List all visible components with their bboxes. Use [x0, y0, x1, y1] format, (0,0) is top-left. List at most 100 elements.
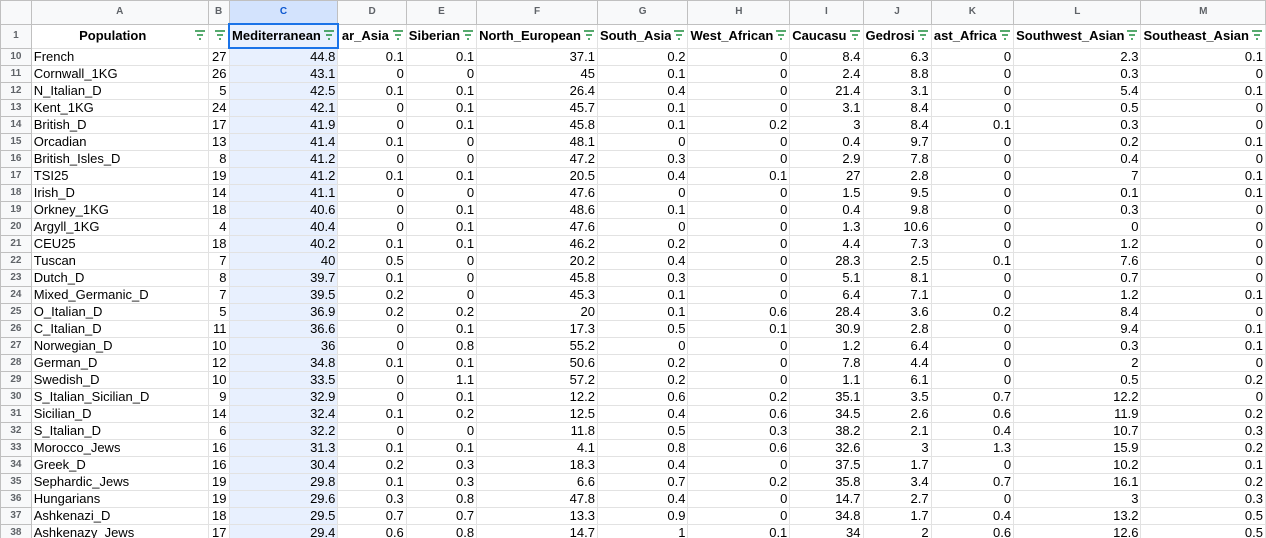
- value-cell[interactable]: 0: [930, 269, 1015, 287]
- value-cell[interactable]: 32.6: [789, 439, 864, 457]
- value-cell[interactable]: 12.6: [1013, 524, 1142, 538]
- value-cell[interactable]: 45.8: [476, 269, 598, 287]
- column-header-d[interactable]: D: [337, 0, 407, 25]
- value-cell[interactable]: 0.3: [596, 269, 689, 287]
- value-cell[interactable]: 8.8: [862, 65, 932, 83]
- value-cell[interactable]: 0: [1140, 269, 1266, 287]
- value-cell[interactable]: 47.6: [476, 184, 598, 202]
- value-cell[interactable]: 0.1: [405, 201, 478, 219]
- value-cell[interactable]: 1.3: [930, 439, 1015, 457]
- filter-icon[interactable]: [775, 29, 787, 41]
- value-cell[interactable]: 27: [789, 167, 864, 185]
- value-cell[interactable]: 10: [207, 337, 230, 355]
- value-cell[interactable]: 20: [476, 303, 598, 321]
- column-header-a[interactable]: A: [30, 0, 209, 25]
- value-cell[interactable]: 0: [930, 337, 1015, 355]
- value-cell[interactable]: 0: [1140, 99, 1266, 117]
- value-cell[interactable]: 0.4: [596, 405, 689, 423]
- value-cell[interactable]: 0.4: [596, 167, 689, 185]
- value-cell[interactable]: 0: [1140, 388, 1266, 406]
- value-cell[interactable]: 0.1: [337, 133, 407, 151]
- population-cell[interactable]: Argyll_1KG: [30, 218, 209, 236]
- filter-icon[interactable]: [999, 29, 1011, 41]
- row-number[interactable]: 21: [0, 235, 32, 253]
- value-cell[interactable]: 0.1: [1140, 82, 1266, 100]
- value-cell[interactable]: 0.3: [1013, 201, 1142, 219]
- filter-icon[interactable]: [917, 29, 929, 41]
- value-cell[interactable]: 32.2: [228, 422, 339, 440]
- value-cell[interactable]: 0.1: [337, 354, 407, 372]
- value-cell[interactable]: 35.1: [789, 388, 864, 406]
- value-cell[interactable]: 36.9: [228, 303, 339, 321]
- value-cell[interactable]: 0.9: [596, 507, 689, 525]
- value-cell[interactable]: 20.5: [476, 167, 598, 185]
- header-cell-l[interactable]: Southwest_Asian: [1013, 23, 1142, 49]
- value-cell[interactable]: 1.2: [1013, 235, 1142, 253]
- population-cell[interactable]: S_Italian_Sicilian_D: [30, 388, 209, 406]
- value-cell[interactable]: 0.8: [596, 439, 689, 457]
- column-header-m[interactable]: M: [1140, 0, 1266, 25]
- value-cell[interactable]: 40: [228, 252, 339, 270]
- value-cell[interactable]: 4: [207, 218, 230, 236]
- value-cell[interactable]: 0: [687, 286, 791, 304]
- value-cell[interactable]: 0: [337, 337, 407, 355]
- value-cell[interactable]: 2.4: [789, 65, 864, 83]
- value-cell[interactable]: 0: [687, 150, 791, 168]
- value-cell[interactable]: 0.3: [1013, 65, 1142, 83]
- value-cell[interactable]: 37.1: [476, 47, 598, 66]
- value-cell[interactable]: 36: [228, 337, 339, 355]
- value-cell[interactable]: 45: [476, 65, 598, 83]
- value-cell[interactable]: 0.4: [596, 490, 689, 508]
- value-cell[interactable]: 0: [1140, 201, 1266, 219]
- value-cell[interactable]: 0.1: [1140, 286, 1266, 304]
- value-cell[interactable]: 40.4: [228, 218, 339, 236]
- value-cell[interactable]: 21.4: [789, 82, 864, 100]
- value-cell[interactable]: 0: [687, 507, 791, 525]
- value-cell[interactable]: 0.2: [337, 286, 407, 304]
- value-cell[interactable]: 10.6: [862, 218, 932, 236]
- row-number[interactable]: 10: [0, 47, 32, 66]
- row-number[interactable]: 37: [0, 507, 32, 525]
- value-cell[interactable]: 2.7: [862, 490, 932, 508]
- value-cell[interactable]: 47.2: [476, 150, 598, 168]
- value-cell[interactable]: 0.6: [930, 405, 1015, 423]
- value-cell[interactable]: 0.3: [405, 473, 478, 491]
- value-cell[interactable]: 0: [687, 133, 791, 151]
- value-cell[interactable]: 8.1: [862, 269, 932, 287]
- header-cell-a[interactable]: Population: [30, 23, 209, 49]
- value-cell[interactable]: 0.1: [1140, 184, 1266, 202]
- value-cell[interactable]: 18: [207, 235, 230, 253]
- value-cell[interactable]: 6.1: [862, 371, 932, 389]
- population-cell[interactable]: Ashkenazy_Jews: [30, 524, 209, 538]
- value-cell[interactable]: 0: [930, 47, 1015, 66]
- value-cell[interactable]: 41.4: [228, 133, 339, 151]
- row-number[interactable]: 35: [0, 473, 32, 491]
- value-cell[interactable]: 0.3: [1013, 337, 1142, 355]
- value-cell[interactable]: 0: [1140, 354, 1266, 372]
- value-cell[interactable]: 0: [596, 184, 689, 202]
- value-cell[interactable]: 0: [687, 201, 791, 219]
- value-cell[interactable]: 0.1: [687, 524, 791, 538]
- value-cell[interactable]: 0.6: [596, 388, 689, 406]
- value-cell[interactable]: 0.3: [337, 490, 407, 508]
- filter-icon[interactable]: [323, 30, 335, 41]
- value-cell[interactable]: 7.8: [789, 354, 864, 372]
- value-cell[interactable]: 0.8: [405, 490, 478, 508]
- filter-icon[interactable]: [583, 29, 595, 41]
- value-cell[interactable]: 0: [405, 65, 478, 83]
- value-cell[interactable]: 0: [687, 337, 791, 355]
- population-cell[interactable]: Hungarians: [30, 490, 209, 508]
- column-header-c[interactable]: C: [228, 0, 339, 25]
- value-cell[interactable]: 0: [1140, 218, 1266, 236]
- value-cell[interactable]: 0.7: [337, 507, 407, 525]
- value-cell[interactable]: 8.4: [789, 47, 864, 66]
- value-cell[interactable]: 0: [930, 201, 1015, 219]
- value-cell[interactable]: 1.1: [405, 371, 478, 389]
- value-cell[interactable]: 34.8: [228, 354, 339, 372]
- header-cell-e[interactable]: Siberian: [405, 23, 478, 49]
- value-cell[interactable]: 2: [1013, 354, 1142, 372]
- value-cell[interactable]: 0.1: [337, 269, 407, 287]
- value-cell[interactable]: 48.6: [476, 201, 598, 219]
- value-cell[interactable]: 0.7: [405, 507, 478, 525]
- value-cell[interactable]: 0.2: [687, 473, 791, 491]
